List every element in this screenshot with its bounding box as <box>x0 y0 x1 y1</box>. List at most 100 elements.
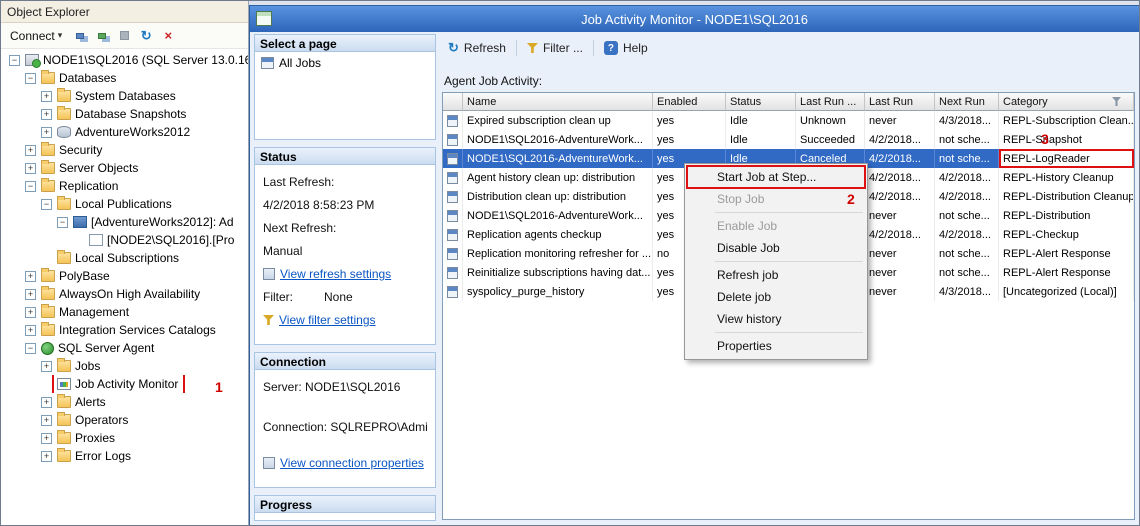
menu-item-start-job-at-step[interactable]: Start Job at Step... <box>687 166 865 188</box>
column-header-icon[interactable] <box>443 93 463 111</box>
tree-item-alwayson-high-availability[interactable]: +AlwaysOn High Availability <box>1 285 248 303</box>
job-icon-cell <box>443 206 463 225</box>
menu-item-refresh-job[interactable]: Refresh job <box>687 264 865 286</box>
category-filter-icon[interactable] <box>1112 97 1121 106</box>
job-name: Expired subscription clean up <box>463 111 653 130</box>
help-button[interactable]: ? Help <box>598 39 654 57</box>
register-server-icon[interactable] <box>94 28 110 44</box>
collapse-icon[interactable]: − <box>25 73 36 84</box>
tree-item-content: Jobs <box>55 358 104 374</box>
next-refresh-label: Next Refresh: <box>263 221 427 235</box>
expand-icon[interactable]: + <box>41 451 52 462</box>
tree-item-local-publications[interactable]: −Local Publications <box>1 195 248 213</box>
expand-icon[interactable]: + <box>25 307 36 318</box>
tree-item-server-objects[interactable]: +Server Objects <box>1 159 248 177</box>
tree-item-database-snapshots[interactable]: +Database Snapshots <box>1 105 248 123</box>
job-last-run: never <box>865 263 935 282</box>
disconnect-icon[interactable] <box>72 28 88 44</box>
job-icon <box>447 191 458 203</box>
job-activity-monitor-icon <box>256 11 272 26</box>
expand-icon[interactable]: + <box>41 127 52 138</box>
job-category: REPL-Distribution <box>999 206 1134 225</box>
collapse-icon[interactable]: − <box>9 55 20 66</box>
refresh-button[interactable]: ↻ Refresh <box>442 38 512 58</box>
tree-item-integration-services-catalogs[interactable]: + Integration Services Catalogs <box>1 321 248 339</box>
collapse-icon[interactable]: − <box>57 217 68 228</box>
expand-icon[interactable]: + <box>25 289 36 300</box>
expand-icon[interactable]: + <box>25 163 36 174</box>
menu-item-properties[interactable]: Properties <box>687 335 865 357</box>
tree-item-label: AdventureWorks2012 <box>75 125 190 139</box>
menu-item-view-history[interactable]: View history <box>687 308 865 330</box>
job-last-run: 4/2/2018... <box>865 149 935 168</box>
folder-icon <box>57 414 71 426</box>
connect-button[interactable]: Connect ▾ <box>6 27 66 45</box>
tree-item-content: Operators <box>55 412 132 428</box>
tree-item-job-activity-monitor[interactable]: Job Activity Monitor <box>1 375 248 393</box>
job-next-run: 4/3/2018... <box>935 111 999 130</box>
column-header-category[interactable]: Category <box>999 93 1134 111</box>
expand-icon[interactable]: + <box>25 271 36 282</box>
tree-item-node2-sql2016-pro[interactable]: [NODE2\SQL2016].[Pro <box>1 231 248 249</box>
job-last-run: 4/2/2018... <box>865 225 935 244</box>
view-connection-properties-link[interactable]: View connection properties <box>280 456 424 470</box>
column-header-status[interactable]: Status <box>726 93 796 111</box>
tree-item-label: Integration Services Catalogs <box>59 323 216 337</box>
tree-item-proxies[interactable]: +Proxies <box>1 429 248 447</box>
view-refresh-settings-link[interactable]: View refresh settings <box>280 267 391 281</box>
folder-icon <box>57 252 71 264</box>
clear-filter-icon[interactable]: × <box>160 28 176 44</box>
tree-item-security[interactable]: +Security <box>1 141 248 159</box>
tree-item-management[interactable]: +Management <box>1 303 248 321</box>
expand-icon[interactable]: + <box>25 145 36 156</box>
menu-item-delete-job[interactable]: Delete job <box>687 286 865 308</box>
tree-item-replication[interactable]: −Replication <box>1 177 248 195</box>
tree-item-alerts[interactable]: +Alerts <box>1 393 248 411</box>
expand-icon[interactable]: + <box>41 361 52 372</box>
stop-icon <box>116 28 132 44</box>
job-row[interactable]: NODE1\SQL2016-AdventureWork...yesIdleSuc… <box>443 130 1134 149</box>
all-jobs-icon <box>261 57 274 69</box>
column-header-name[interactable]: Name <box>463 93 653 111</box>
column-header-next-run[interactable]: Next Run <box>935 93 999 111</box>
job-row[interactable]: Expired subscription clean upyesIdleUnkn… <box>443 111 1134 130</box>
tree-item-jobs[interactable]: +Jobs <box>1 357 248 375</box>
expand-icon[interactable]: + <box>41 433 52 444</box>
menu-item-disable-job[interactable]: Disable Job <box>687 237 865 259</box>
tree-item-operators[interactable]: +Operators <box>1 411 248 429</box>
tree-item-node1-sql2016-sql-server-13-0-160[interactable]: −NODE1\SQL2016 (SQL Server 13.0.160 <box>1 51 248 69</box>
collapse-icon[interactable]: − <box>25 181 36 192</box>
tree-item-error-logs[interactable]: +Error Logs <box>1 447 248 465</box>
chevron-down-icon: ▾ <box>58 30 63 41</box>
filter-button[interactable]: Filter ... <box>521 39 589 57</box>
expand-icon[interactable]: + <box>41 109 52 120</box>
view-connection-properties-row: View connection properties <box>263 456 427 470</box>
collapse-icon[interactable]: − <box>25 343 36 354</box>
tree-item-sql-server-agent[interactable]: −SQL Server Agent <box>1 339 248 357</box>
job-icon-cell <box>443 130 463 149</box>
tree-item-system-databases[interactable]: +System Databases <box>1 87 248 105</box>
expand-icon[interactable]: + <box>41 397 52 408</box>
view-filter-settings-link[interactable]: View filter settings <box>279 313 376 327</box>
collapse-icon[interactable]: − <box>41 199 52 210</box>
agent-icon <box>41 342 54 355</box>
window-titlebar[interactable]: Job Activity Monitor - NODE1\SQL2016 <box>250 6 1139 32</box>
tree-item-adventureworks2012[interactable]: + AdventureWorks2012 <box>1 123 248 141</box>
tree-item-content: Error Logs <box>55 448 135 464</box>
column-header-enabled[interactable]: Enabled <box>653 93 726 111</box>
page-item-all-jobs[interactable]: All Jobs <box>255 52 435 74</box>
expand-icon[interactable]: + <box>41 91 52 102</box>
tree-item-databases[interactable]: −Databases <box>1 69 248 87</box>
job-icon <box>447 153 458 165</box>
select-a-page-header: Select a page <box>254 34 436 52</box>
tree-item-local-subscriptions[interactable]: Local Subscriptions <box>1 249 248 267</box>
column-header-last-run[interactable]: Last Run ... <box>796 93 865 111</box>
help-icon: ? <box>604 41 618 55</box>
refresh-icon[interactable]: ↻ <box>138 28 154 44</box>
expand-icon[interactable]: + <box>41 415 52 426</box>
column-header-last-run[interactable]: Last Run <box>865 93 935 111</box>
job-next-run: not sche... <box>935 263 999 282</box>
tree-item-adventureworks2012-ad[interactable]: −[AdventureWorks2012]: Ad <box>1 213 248 231</box>
expand-icon[interactable]: + <box>25 325 36 336</box>
tree-item-polybase[interactable]: +PolyBase <box>1 267 248 285</box>
